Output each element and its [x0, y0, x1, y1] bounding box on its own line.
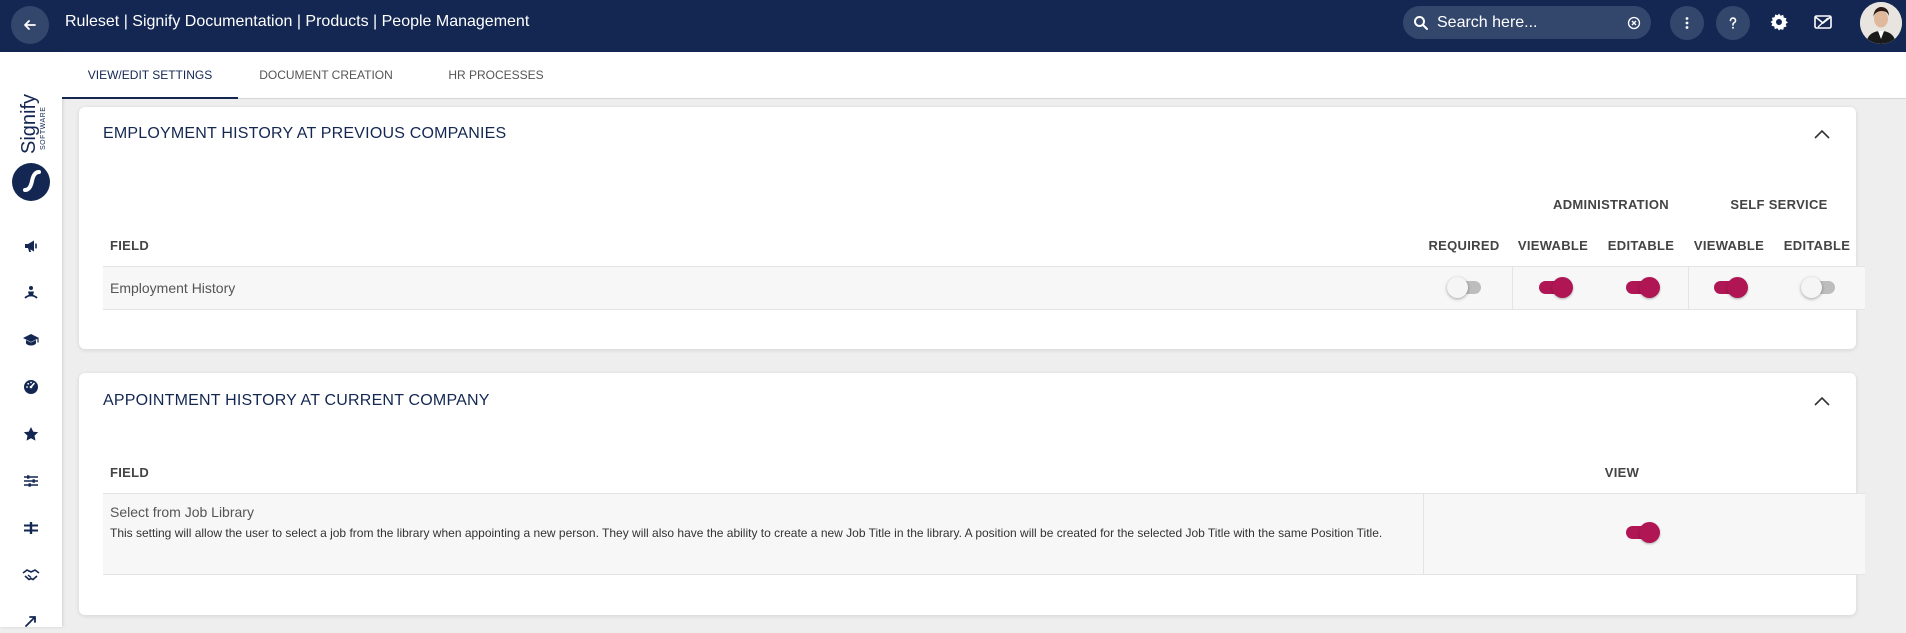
toggle-admin-viewable[interactable] [1537, 276, 1573, 298]
employment-history-card: EMPLOYMENT HISTORY AT PREVIOUS COMPANIES… [79, 107, 1865, 349]
search-box[interactable] [1403, 6, 1651, 39]
appointment-history-card: APPOINTMENT HISTORY AT CURRENT COMPANY F… [79, 373, 1865, 615]
sidebar-item-structure[interactable] [19, 516, 43, 540]
brand-sub: SOFTWARE [40, 107, 47, 150]
table-row: Employment History [103, 266, 1865, 310]
section-title: EMPLOYMENT HISTORY AT PREVIOUS COMPANIES [103, 125, 507, 142]
column-header-field: FIELD [110, 465, 150, 480]
tab-document-creation[interactable]: DOCUMENT CREATION [254, 52, 398, 99]
group-header-self-service: SELF SERVICE [1730, 197, 1828, 212]
top-app-bar: Ruleset | Signify Documentation | Produc… [0, 0, 1906, 52]
help-button[interactable] [1716, 6, 1750, 40]
clear-search-icon[interactable] [1627, 16, 1641, 30]
toggle-view[interactable] [1624, 521, 1660, 543]
column-header-self-viewable: VIEWABLE [1693, 238, 1765, 253]
tab-hr-processes[interactable]: HR PROCESSES [438, 52, 554, 99]
field-description: This setting will allow the user to sele… [110, 526, 1383, 540]
table-row: Select from Job Library This setting wil… [103, 493, 1865, 575]
section-title: APPOINTMENT HISTORY AT CURRENT COMPANY [103, 392, 490, 409]
handshake-icon [22, 569, 40, 581]
settings-button[interactable] [1767, 10, 1791, 34]
gear-icon [1770, 13, 1788, 31]
toggle-admin-editable[interactable] [1624, 276, 1660, 298]
column-header-admin-viewable: VIEWABLE [1517, 238, 1589, 253]
sidebar-item-announcements[interactable] [19, 234, 43, 258]
signify-logo[interactable]: Signify SOFTWARE [10, 82, 52, 202]
more-options-button[interactable] [1670, 6, 1704, 40]
dashboard-gauge-icon [24, 380, 38, 394]
sidebar-item-favourites[interactable] [19, 422, 43, 446]
user-avatar[interactable] [1860, 2, 1902, 44]
mail-chat-icon [1814, 15, 1832, 29]
column-divider [1423, 494, 1424, 574]
toggle-required[interactable] [1447, 276, 1483, 298]
page-title: Ruleset | Signify Documentation | Produc… [65, 13, 530, 30]
column-header-field: FIELD [110, 238, 150, 253]
column-header-required: REQUIRED [1428, 238, 1500, 253]
meditation-icon [24, 286, 38, 299]
user-photo-icon [1860, 2, 1902, 44]
toggle-self-editable[interactable] [1801, 276, 1837, 298]
search-icon [1414, 15, 1428, 30]
sliders-icon [24, 475, 38, 487]
group-header-administration: ADMINISTRATION [1553, 197, 1669, 212]
left-sidebar: Signify SOFTWARE [0, 52, 62, 627]
column-divider [1512, 267, 1513, 309]
more-vert-icon [1685, 17, 1689, 29]
sidebar-item-handshake[interactable] [19, 563, 43, 587]
org-structure-icon [24, 522, 38, 534]
sidebar-item-export[interactable] [19, 609, 43, 633]
tab-view-edit-settings[interactable]: VIEW/EDIT SETTINGS [62, 52, 238, 99]
arrow-left-icon [24, 20, 36, 30]
field-name: Select from Job Library [110, 504, 254, 520]
chevron-up-icon[interactable] [1812, 392, 1832, 412]
column-header-admin-editable: EDITABLE [1607, 238, 1675, 253]
chevron-up-icon[interactable] [1812, 125, 1832, 145]
back-button[interactable] [11, 6, 49, 44]
graduation-cap-icon [23, 334, 39, 346]
settings-tabs: VIEW/EDIT SETTINGS DOCUMENT CREATION HR … [62, 52, 1906, 99]
column-divider [1688, 267, 1689, 309]
sidebar-item-learning[interactable] [19, 328, 43, 352]
column-header-view: VIEW [1604, 465, 1640, 480]
sidebar-item-dashboard[interactable] [19, 375, 43, 399]
megaphone-icon [25, 240, 37, 252]
field-name: Employment History [110, 280, 236, 296]
sidebar-item-settings[interactable] [19, 469, 43, 493]
column-header-self-editable: EDITABLE [1783, 238, 1851, 253]
brand-name: Signify [18, 94, 40, 154]
sidebar-item-wellness[interactable] [19, 281, 43, 305]
toggle-self-viewable[interactable] [1712, 276, 1748, 298]
star-icon [23, 427, 39, 441]
search-input[interactable] [1437, 13, 1627, 32]
messages-button[interactable] [1811, 10, 1835, 34]
help-icon [1729, 17, 1737, 29]
